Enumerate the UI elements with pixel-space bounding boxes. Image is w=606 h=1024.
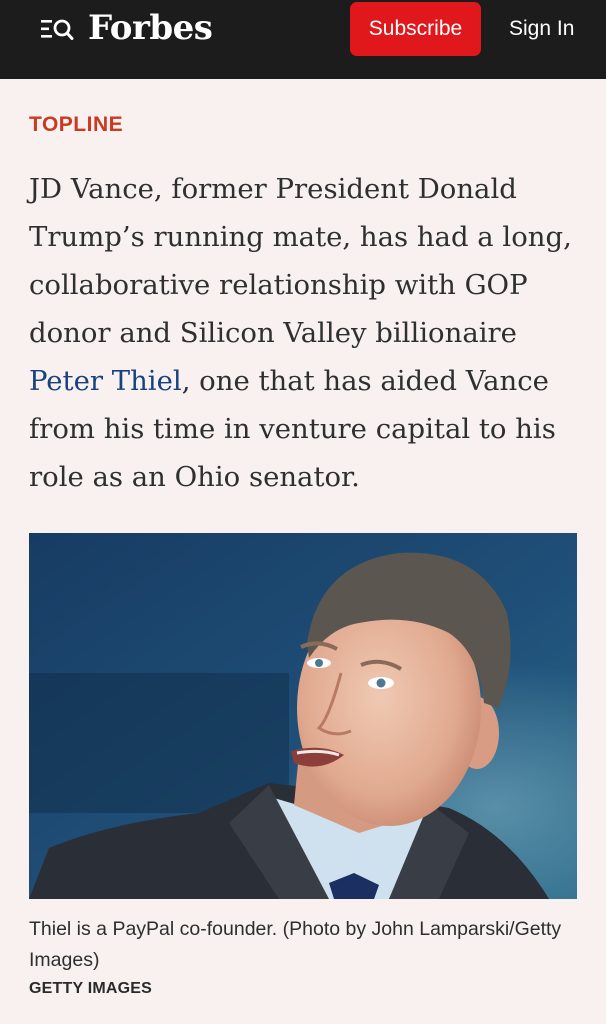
section-label-topline: TOPLINE (29, 113, 124, 136)
topline-paragraph: JD Vance, former President Donald Trump’… (29, 165, 584, 501)
top-navigation-bar: Forbes Subscribe Sign In (0, 0, 606, 79)
photo-caption: Thiel is a PayPal co-founder. (Photo by … (29, 918, 562, 971)
peter-thiel-link[interactable]: Peter Thiel (29, 365, 182, 397)
sign-in-link[interactable]: Sign In (509, 16, 574, 42)
photo-credit: GETTY IMAGES (29, 980, 153, 997)
topline-text-start: JD Vance, former President Donald Trump’… (29, 173, 572, 349)
forbes-logo[interactable]: Forbes (88, 6, 213, 50)
subscribe-button[interactable]: Subscribe (350, 2, 481, 56)
article-photo (29, 533, 577, 899)
menu-search-icon[interactable] (40, 17, 74, 41)
